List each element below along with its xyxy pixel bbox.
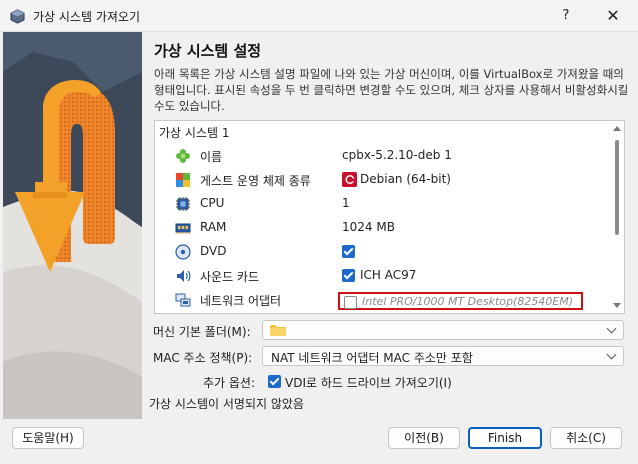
back-button[interactable]: 이전(B) xyxy=(388,427,460,449)
close-button[interactable]: ✕ xyxy=(590,0,636,32)
chevron-down-icon[interactable] xyxy=(606,349,617,360)
setting-row-sound-card[interactable]: 사운드 카드 ICH AC97 xyxy=(155,264,609,288)
appliance-settings-tree[interactable]: 가상 시스템 1 이름 cpbx-5.2.10-deb 1 게스트 운영 체제 … xyxy=(154,120,625,314)
mac-policy-value: NAT 네트워크 어댑터 MAC 주소만 포함 xyxy=(271,351,473,365)
virtualbox-icon xyxy=(10,9,25,24)
setting-value[interactable]: Debian (64-bit) xyxy=(360,172,451,186)
import-vdi-checkbox[interactable] xyxy=(268,375,281,388)
network-adapter-value[interactable]: Intel PRO/1000 MT Desktop(82540EM) xyxy=(362,295,573,308)
help-title-button[interactable]: ? xyxy=(543,0,589,32)
name-icon xyxy=(176,149,190,163)
cpu-icon xyxy=(176,197,190,211)
cancel-button[interactable]: 취소(C) xyxy=(550,427,622,449)
setting-label: RAM xyxy=(200,220,227,234)
additional-options-label: 추가 옵션: xyxy=(203,376,256,390)
help-button[interactable]: 도움말(H) xyxy=(12,427,84,449)
setting-label: 게스트 운영 체제 종류 xyxy=(200,174,311,188)
window-title: 가상 시스템 가져오기 xyxy=(33,10,140,24)
machine-folder-selector[interactable] xyxy=(262,320,624,340)
sound-card-enable-checkbox[interactable] xyxy=(342,269,355,282)
finish-button[interactable]: Finish xyxy=(468,427,542,449)
dvd-icon xyxy=(175,244,191,260)
chevron-down-icon[interactable] xyxy=(606,323,617,334)
scroll-down-icon[interactable] xyxy=(613,303,621,308)
sound-card-icon xyxy=(177,270,191,282)
setting-label: DVD xyxy=(200,244,227,258)
mac-policy-select[interactable]: NAT 네트워크 어댑터 MAC 주소만 포함 xyxy=(262,346,624,366)
title-bar: 가상 시스템 가져오기 ? ✕ xyxy=(0,0,638,32)
virtual-system-group[interactable]: 가상 시스템 1 xyxy=(159,124,229,141)
import-vdi-label[interactable]: VDI로 하드 드라이브 가져오기(I) xyxy=(285,374,452,391)
content-panel: 가상 시스템 설정 아래 목록은 가상 시스템 설명 파일에 나와 있는 가상 … xyxy=(142,32,638,419)
setting-value[interactable]: cpbx-5.2.10-deb 1 xyxy=(342,148,452,162)
setting-label: 네트워크 어댑터 xyxy=(200,294,282,308)
debian-logo-icon xyxy=(342,172,357,187)
setting-row-dvd[interactable]: DVD xyxy=(155,240,609,264)
setting-label: CPU xyxy=(200,196,225,210)
scroll-up-icon[interactable] xyxy=(613,126,621,131)
signature-status-text: 가상 시스템이 서명되지 않았음 xyxy=(149,397,304,411)
ram-icon xyxy=(175,223,191,234)
mac-policy-label: MAC 주소 정책(P): xyxy=(153,351,253,365)
import-arrow-illustration xyxy=(3,32,142,419)
setting-value[interactable]: ICH AC97 xyxy=(360,268,416,282)
button-bar: 도움말(H) 이전(B) Finish 취소(C) xyxy=(0,419,638,464)
tree-scrollbar[interactable] xyxy=(611,122,623,312)
setting-label: 이름 xyxy=(200,150,223,164)
setting-row-cpu[interactable]: CPU 1 xyxy=(155,192,609,216)
network-adapter-icon xyxy=(175,293,191,307)
dvd-enable-checkbox[interactable] xyxy=(342,245,355,258)
setting-row-ram[interactable]: RAM 1024 MB xyxy=(155,216,609,240)
page-title: 가상 시스템 설정 xyxy=(154,42,262,60)
machine-folder-label: 머신 기본 폴더(M): xyxy=(153,325,251,339)
network-adapter-enable-checkbox[interactable] xyxy=(344,296,357,309)
setting-value[interactable]: 1024 MB xyxy=(342,220,395,234)
setting-row-name[interactable]: 이름 cpbx-5.2.10-deb 1 xyxy=(155,144,609,168)
setting-label: 사운드 카드 xyxy=(200,270,260,284)
wizard-side-image xyxy=(3,32,142,419)
setting-value[interactable]: 1 xyxy=(342,196,350,210)
setting-row-os-type[interactable]: 게스트 운영 체제 종류 Debian (64-bit) xyxy=(155,168,609,192)
os-type-icon xyxy=(176,173,190,187)
scroll-thumb[interactable] xyxy=(615,140,619,235)
folder-icon xyxy=(270,325,286,336)
page-description: 아래 목록은 가상 시스템 설명 파일에 나와 있는 가상 머신이며, 이를 V… xyxy=(154,67,629,113)
